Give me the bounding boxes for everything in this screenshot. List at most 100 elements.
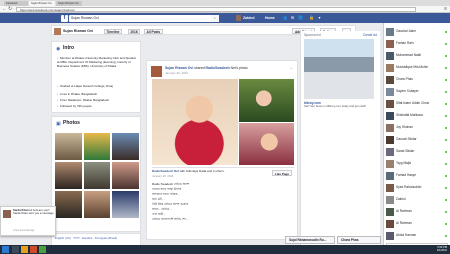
facebook-logo-icon[interactable]: f — [61, 14, 68, 22]
timeline-dropdown[interactable]: Timeline — [104, 28, 122, 34]
photo-thumb[interactable] — [111, 132, 140, 161]
nav-profile-name[interactable]: Zakirul — [243, 15, 254, 21]
post-shared-from[interactable]: RadioSwadesh — [206, 66, 230, 70]
post-author-avatar[interactable] — [151, 66, 162, 77]
shared-others[interactable]: and 4 others. — [207, 169, 225, 173]
photo-thumb[interactable] — [83, 161, 111, 190]
chat-contact[interactable]: Sifat Islam Uddin Chow — [386, 98, 450, 109]
chat-tab-label: Chara Phas — [341, 238, 359, 242]
taskbar: 6:56 PM 3/1/2016 — [0, 245, 450, 254]
intro-work: ▪ Member at Dhaka University Marketing Cl… — [57, 56, 139, 68]
photo-thumb[interactable] — [83, 190, 111, 219]
shared-with: with Subvaiya Datta — [179, 169, 207, 173]
shared-date[interactable]: January 28, 2016 — [152, 174, 174, 178]
avatar — [386, 51, 394, 60]
contact-name: Gaushul Alam — [396, 29, 416, 33]
chat-tab[interactable]: Sujal Rahamanudin Ru... — [285, 236, 335, 244]
online-dot — [445, 138, 447, 141]
shared-author[interactable]: RadioSwadesh Nel — [152, 169, 179, 173]
like-page-button[interactable]: Like Page — [271, 170, 292, 176]
search-input[interactable]: Sujan Rizwan Ovi ⌕ — [69, 14, 219, 22]
post-header-line: Sujan Rizwan Ovi shared RadioSwadesh Nel… — [165, 66, 295, 70]
chat-tab-label: Sujal Rahamanudin Ru... — [289, 238, 327, 242]
contact-name: Sayem Xubayer — [396, 89, 419, 93]
post-main-photo[interactable] — [152, 79, 238, 165]
online-dot — [445, 78, 447, 81]
language-links[interactable]: English (US) · বাংলা · Español · Portugu… — [55, 236, 139, 241]
chat-contact[interactable]: Sayem Xubayer — [386, 86, 450, 97]
refresh-icon[interactable]: ↻ — [8, 6, 12, 13]
chat-tab[interactable]: Chara Phas — [337, 236, 381, 244]
chat-contact[interactable]: Syed Rahanuddin — [386, 182, 450, 193]
notification-body: Sarda Khan Hi how are you? Sarda Khan se… — [13, 208, 55, 216]
avatar — [386, 195, 394, 204]
chat-contact[interactable]: Joy Shohan — [386, 122, 450, 133]
avatar — [386, 87, 394, 96]
chat-contact[interactable]: Gaurab Sikdar — [386, 134, 450, 145]
chat-contact[interactable]: Chara Phas — [386, 74, 450, 85]
chat-contact[interactable]: Farhad Hasye — [386, 170, 450, 181]
search-icon[interactable]: ⌕ — [211, 14, 219, 22]
chat-contact[interactable]: Al Rahman — [386, 218, 450, 229]
shared-text: Radio Swadesh রেডিও স্বদেশ গানের সাথে বস… — [152, 182, 252, 222]
taskbar-app-icon[interactable] — [39, 246, 46, 253]
taskbar-app-icon[interactable] — [12, 246, 19, 253]
folder-icon[interactable] — [21, 246, 28, 253]
intro-followers: ▪ Followed by 799 people — [57, 104, 139, 109]
start-icon[interactable] — [2, 246, 9, 253]
post-photo-3[interactable] — [239, 123, 294, 165]
avatar — [386, 123, 394, 132]
notifications-icon[interactable]: 🌐 — [298, 15, 303, 21]
chat-contact[interactable]: Zakirul — [386, 194, 450, 205]
post-author[interactable]: Sujan Rizwan Ovi — [165, 66, 193, 70]
year-dropdown[interactable]: 2016 — [128, 28, 141, 34]
back-icon[interactable]: ← — [2, 6, 7, 13]
post-date[interactable]: January 30, 2016 — [165, 71, 188, 75]
photo-thumb[interactable] — [54, 190, 83, 219]
message-notification[interactable]: Sarda Khan Hi how are you? Sarda Khan se… — [0, 206, 56, 236]
address-bar[interactable]: https://web.facebook.com/sujanrizwanovi — [16, 7, 416, 12]
messages-icon[interactable]: ✉ — [290, 15, 295, 21]
chat-contact[interactable]: Abdul Hannan — [386, 230, 450, 241]
photo-thumb[interactable] — [111, 161, 140, 190]
browser-icon[interactable] — [30, 246, 37, 253]
chat-contact[interactable]: Mushafique Mia Mohin — [386, 62, 450, 73]
online-dot — [445, 54, 447, 57]
create-ad-link[interactable]: Create Ad — [363, 33, 377, 37]
ad-image[interactable] — [304, 39, 374, 99]
photo-thumb[interactable] — [83, 132, 111, 161]
post-card: Sujan Rizwan Ovi shared RadioSwadesh Nel… — [146, 60, 298, 240]
system-clock[interactable]: 6:56 PM 3/1/2016 — [437, 246, 447, 254]
photo-thumb[interactable] — [54, 132, 83, 161]
all-posts-dropdown[interactable]: All Posts — [144, 28, 163, 34]
avatar — [386, 63, 394, 72]
shared-text-line: রেডিও বাংলাদেশি লাইভ শো... — [152, 217, 189, 221]
profile-thumbnail[interactable] — [54, 27, 61, 35]
chat-sidebar: Gaushul Alam Farhan Rain Mohammad Nabil … — [383, 23, 450, 254]
photos-title: Photos — [63, 120, 80, 126]
profile-name[interactable]: Sujan Rizwan Ovi — [63, 26, 93, 36]
contact-name: Tsyg Majid — [396, 161, 412, 165]
post-photo-2[interactable] — [239, 79, 294, 122]
intro-text: From Madaripur, Dhaka, Bangladesh — [60, 98, 110, 102]
photo-thumb[interactable] — [111, 190, 140, 219]
privacy-icon[interactable]: 🔒 — [309, 15, 314, 21]
nav-home[interactable]: Home — [265, 15, 275, 21]
post-options-icon[interactable]: ⌄ — [290, 65, 293, 70]
chat-contact[interactable]: Farhan Rain — [386, 38, 450, 49]
avatar[interactable] — [236, 15, 241, 21]
shared-post: RadioSwadesh Nel with Subvaiya Datta and… — [152, 167, 294, 237]
chat-contact[interactable]: Sanat Sikdar — [386, 146, 450, 157]
photo-thumb[interactable] — [54, 161, 83, 190]
online-dot — [445, 162, 447, 165]
chat-contact[interactable]: Tsyg Majid — [386, 158, 450, 169]
contact-name: Gaurab Sikdar — [396, 137, 417, 141]
chat-contact[interactable]: Al Rahman — [386, 206, 450, 217]
chat-contact[interactable]: Mohammad Nabil — [386, 50, 450, 61]
chat-contact[interactable]: Shishafat Mahbara — [386, 110, 450, 121]
contact-name: Abdul Hannan — [396, 233, 417, 237]
dropdown-icon[interactable]: ▾ — [317, 15, 322, 21]
chat-contact[interactable]: Gaushul Alam — [386, 26, 450, 37]
menu-icon[interactable]: ≡ — [444, 6, 447, 13]
friend-requests-icon[interactable]: 👥 — [282, 15, 287, 21]
